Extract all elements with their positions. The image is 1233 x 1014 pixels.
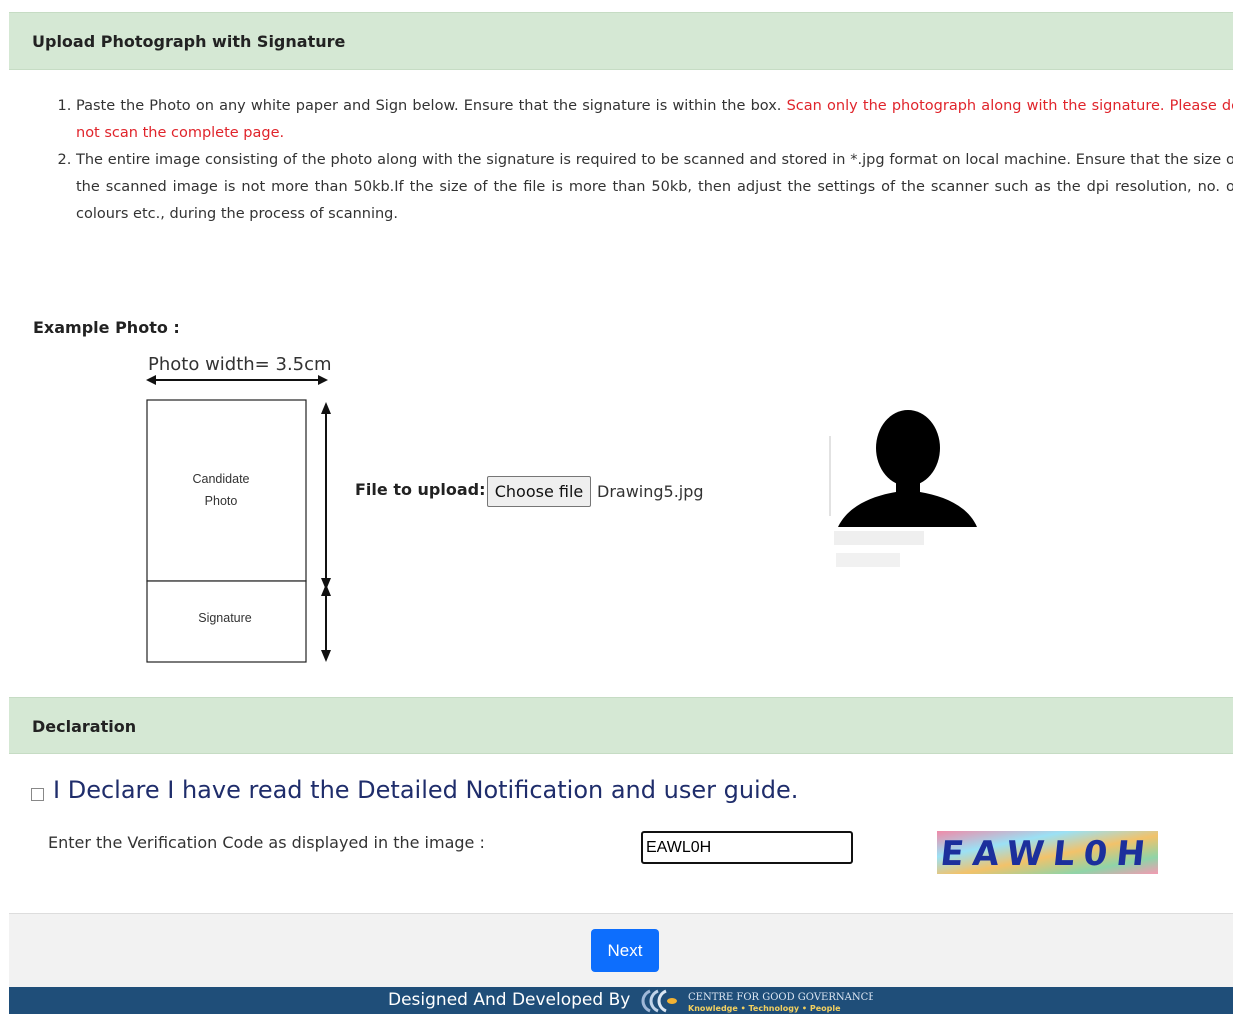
example-photo-label: Example Photo :	[33, 318, 180, 337]
verification-code-label: Enter the Verification Code as displayed…	[48, 833, 485, 852]
declaration-checkbox[interactable]	[31, 788, 44, 801]
instruction-item: The entire image consisting of the photo…	[76, 147, 1233, 228]
file-upload-label: File to upload: *	[355, 480, 499, 499]
photo-width-label: Photo width= 3.5cm	[148, 354, 332, 375]
choose-file-button[interactable]: Choose file	[487, 476, 591, 507]
uploaded-photo-preview	[826, 406, 981, 574]
svg-text:Candidate: Candidate	[193, 472, 250, 486]
example-photo-diagram: Photo width= 3.5cm Candidate Photo Signa…	[146, 354, 332, 663]
next-button[interactable]: Next	[591, 929, 659, 972]
svg-text:CENTRE FOR GOOD GOVERNANCE: CENTRE FOR GOOD GOVERNANCE	[688, 992, 873, 1003]
captcha-text: EAWL0H	[938, 834, 1155, 874]
upload-section-header: Upload Photograph with Signature	[9, 12, 1233, 70]
designed-by-text: Designed And Developed By	[388, 990, 631, 1010]
selected-file-name: Drawing5.jpg	[597, 482, 704, 501]
instruction-item: Paste the Photo on any white paper and S…	[76, 93, 1233, 147]
captcha-image: EAWL0H	[937, 831, 1158, 874]
svg-text:Knowledge • Technology • Peopl: Knowledge • Technology • People	[688, 1004, 841, 1013]
svg-text:Signature: Signature	[198, 611, 252, 625]
instructions-list: Paste the Photo on any white paper and S…	[54, 93, 1233, 228]
candidate-photo-box	[146, 399, 307, 582]
declaration-checkbox-label[interactable]: I Declare I have read the Detailed Notif…	[53, 776, 798, 804]
verification-code-input[interactable]	[641, 831, 853, 864]
declaration-section-header: Declaration	[9, 697, 1233, 754]
footer-bar: Designed And Developed By CENTRE FOR GOO…	[9, 987, 1233, 1014]
cgg-logo: CENTRE FOR GOOD GOVERNANCE Knowledge • T…	[641, 989, 873, 1013]
declaration-section-title: Declaration	[32, 717, 137, 736]
svg-text:Photo: Photo	[205, 494, 238, 508]
upload-section-title: Upload Photograph with Signature	[32, 32, 346, 51]
